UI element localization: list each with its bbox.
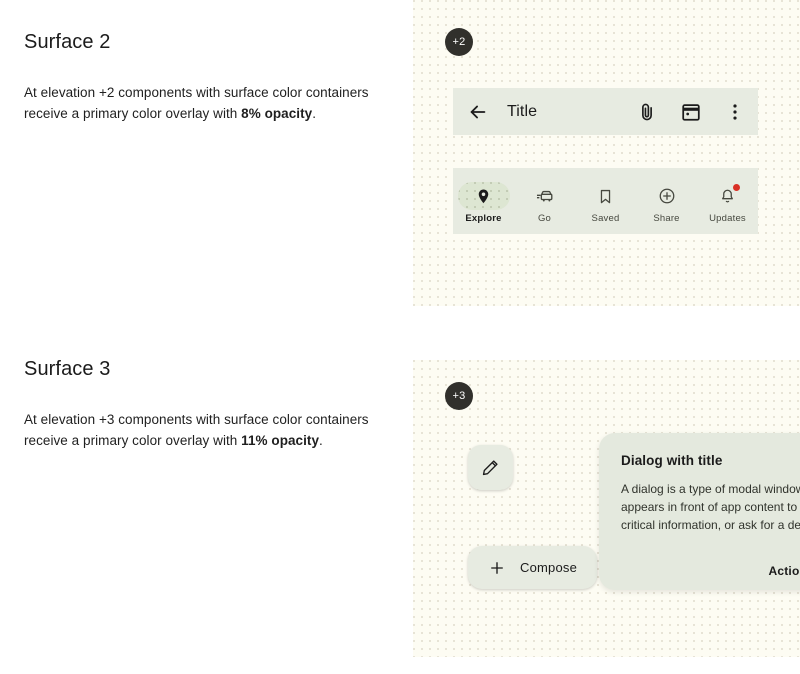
nav-label-share: Share (653, 213, 680, 224)
attach-file-icon[interactable] (636, 101, 658, 123)
app-bar-title: Title (507, 102, 538, 120)
more-vert-icon[interactable] (724, 101, 746, 123)
updates-notification-badge (732, 184, 740, 191)
top-app-bar: Title (453, 88, 758, 135)
surface-2-demo-panel: +2 Title Explore Go Saved Share Updates (413, 0, 800, 306)
nav-item-go[interactable]: Go (514, 182, 575, 224)
surface-3-opacity-value: 11% opacity (241, 433, 320, 448)
compose-fab-label: Compose (520, 560, 578, 575)
page-title-surface-3: Surface 3 (24, 358, 111, 380)
nav-icon-slot-saved (580, 182, 632, 210)
nav-icon-slot-go (519, 182, 571, 210)
page-title-surface-2: Surface 2 (24, 31, 111, 53)
elevation-badge-plus-3: +3 (445, 382, 473, 410)
bookmark-icon (600, 189, 611, 203)
surface-2-description-prefix: At elevation +2 components with surface … (24, 85, 369, 121)
surface-2-text-block: Surface 2 At elevation +2 components wit… (24, 28, 394, 124)
dialog-action-button[interactable]: Action (768, 564, 800, 578)
nav-label-saved: Saved (591, 213, 620, 224)
surface-3-demo-panel: +3 Compose Dialog with title A dialog is… (413, 360, 800, 657)
surface-3-description-suffix: . (319, 433, 323, 448)
add-circle-icon (659, 188, 674, 204)
dialog-title: Dialog with title (621, 453, 723, 468)
surface-3-description: At elevation +3 components with surface … (24, 409, 394, 451)
directions-car-icon (536, 190, 553, 201)
plus-icon (491, 561, 503, 574)
nav-item-explore[interactable]: Explore (453, 182, 514, 224)
surface-3-text-block: Surface 3 At elevation +3 components wit… (24, 355, 394, 451)
nav-item-updates[interactable]: Updates (697, 182, 758, 224)
calendar-icon[interactable] (680, 101, 702, 123)
arrow-back-icon[interactable] (467, 101, 489, 123)
surface-2-opacity-value: 8% opacity (241, 106, 313, 121)
dialog-body-text: A dialog is a type of modal window that … (621, 482, 800, 532)
elevation-badge-plus-2: +2 (445, 28, 473, 56)
edit-pencil-icon (482, 460, 498, 476)
nav-item-share[interactable]: Share (636, 182, 697, 224)
nav-active-indicator (457, 182, 510, 210)
bottom-navigation-bar: Explore Go Saved Share Updates (453, 168, 758, 234)
nav-icon-slot-updates (702, 182, 754, 210)
place-pin-icon (478, 189, 489, 203)
nav-icon-slot-share (641, 182, 693, 210)
compose-fab-button[interactable]: Compose (468, 546, 598, 589)
elevation-guide-page: Surface 2 At elevation +2 components wit… (0, 0, 800, 674)
surface-2-description: At elevation +2 components with surface … (24, 82, 394, 124)
surface-2-description-suffix: . (312, 106, 317, 121)
edit-fab-button[interactable] (468, 445, 513, 490)
nav-label-go: Go (537, 213, 552, 224)
nav-label-updates: Updates (709, 213, 746, 224)
nav-item-saved[interactable]: Saved (575, 182, 636, 224)
nav-label-explore: Explore (465, 213, 502, 224)
dialog-card: Dialog with title A dialog is a type of … (599, 433, 800, 590)
